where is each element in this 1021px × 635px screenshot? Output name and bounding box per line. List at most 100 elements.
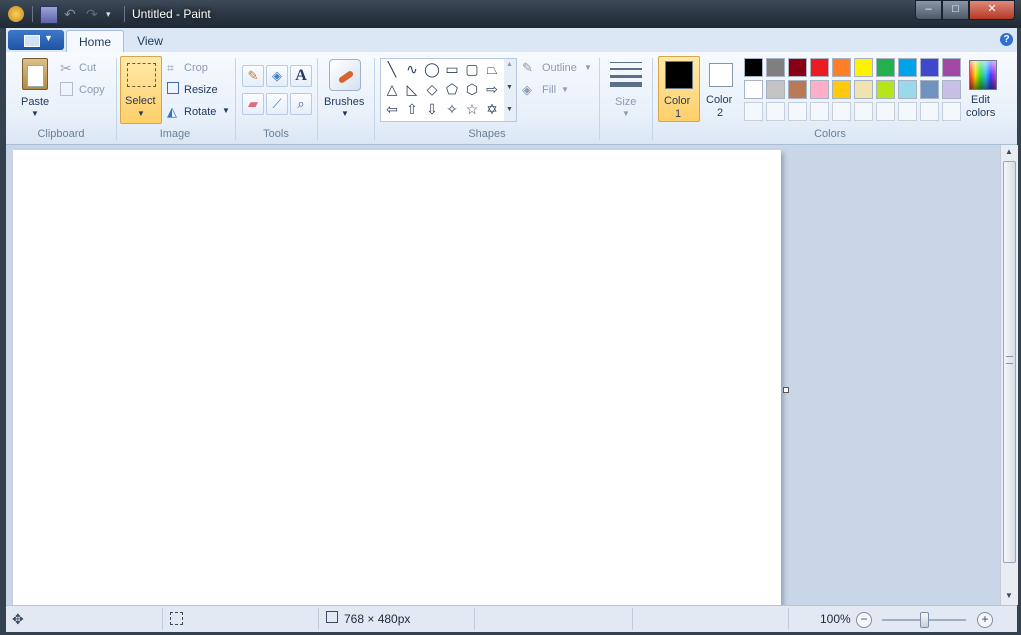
minimize-button[interactable]: – — [915, 0, 942, 20]
color-1-button[interactable]: Color 1 — [658, 56, 700, 122]
gallery-expand-icon[interactable]: ▼ — [506, 106, 513, 113]
paint-app-icon[interactable] — [8, 6, 24, 22]
size-dropdown-icon: ▼ — [622, 109, 630, 118]
text-tool-icon[interactable]: A — [290, 65, 312, 87]
up-arrow-shape-icon[interactable]: ⇧ — [403, 100, 421, 118]
edit-colors-button[interactable]: Edit colors — [964, 56, 1004, 122]
size-button[interactable]: Size ▼ — [606, 56, 646, 122]
palette-color-swatch[interactable] — [744, 80, 763, 99]
paint-menu-button[interactable]: ▼ — [8, 30, 64, 50]
triangle-shape-icon[interactable]: △ — [383, 80, 401, 98]
palette-color-swatch[interactable] — [788, 80, 807, 99]
right-triangle-shape-icon[interactable]: ◺ — [403, 80, 421, 98]
custom-color-slot[interactable] — [854, 102, 873, 121]
line-shape-icon[interactable]: ╲ — [383, 60, 401, 78]
color-picker-icon[interactable]: ⟋ — [266, 93, 288, 115]
zoom-slider-thumb[interactable] — [920, 612, 929, 628]
custom-color-slot[interactable] — [920, 102, 939, 121]
custom-color-slot[interactable] — [744, 102, 763, 121]
palette-color-swatch[interactable] — [854, 58, 873, 77]
scrollbar-thumb[interactable] — [1003, 161, 1016, 563]
palette-color-swatch[interactable] — [942, 80, 961, 99]
outline-button[interactable]: Outline — [542, 62, 577, 74]
crop-button[interactable]: Crop — [184, 62, 208, 74]
select-button[interactable]: Select ▼ — [120, 56, 162, 124]
undo-icon[interactable]: ↶ — [64, 6, 80, 22]
custom-color-slot[interactable] — [876, 102, 895, 121]
size-label: Size — [615, 96, 637, 108]
canvas-resize-handle[interactable] — [783, 387, 789, 393]
custom-color-slot[interactable] — [766, 102, 785, 121]
magnifier-icon[interactable]: ⌕ — [290, 93, 312, 115]
copy-button[interactable]: Copy — [79, 84, 105, 96]
diamond-shape-icon[interactable]: ◇ — [423, 80, 441, 98]
menu-icon — [24, 35, 40, 47]
close-button[interactable]: ✕ — [969, 0, 1015, 20]
help-icon[interactable]: ? — [1000, 33, 1013, 46]
scroll-up-icon[interactable]: ▲ — [506, 61, 513, 68]
copy-icon — [60, 82, 73, 96]
palette-color-swatch[interactable] — [744, 58, 763, 77]
scroll-down-icon[interactable]: ▼ — [506, 84, 513, 91]
six-point-star-shape-icon[interactable]: ✡ — [483, 100, 501, 118]
palette-color-swatch[interactable] — [832, 80, 851, 99]
five-point-star-shape-icon[interactable]: ☆ — [463, 100, 481, 118]
fill-bucket-icon[interactable]: ◈ — [266, 65, 288, 87]
redo-icon[interactable]: ↷ — [86, 6, 102, 22]
eraser-icon[interactable]: ▰ — [242, 93, 264, 115]
canvas-workspace — [6, 145, 1000, 605]
custom-color-slot[interactable] — [788, 102, 807, 121]
custom-color-slot[interactable] — [810, 102, 829, 121]
oval-shape-icon[interactable]: ◯ — [423, 60, 441, 78]
zoom-in-button[interactable]: + — [977, 612, 993, 628]
rotate-button[interactable]: Rotate — [184, 106, 216, 118]
customize-qat-icon[interactable]: ▾ — [106, 6, 122, 22]
palette-color-swatch[interactable] — [920, 80, 939, 99]
resize-button[interactable]: Resize — [184, 84, 218, 96]
palette-color-swatch[interactable] — [810, 58, 829, 77]
down-arrow-shape-icon[interactable]: ⇩ — [423, 100, 441, 118]
palette-color-swatch[interactable] — [832, 58, 851, 77]
palette-color-swatch[interactable] — [898, 80, 917, 99]
left-arrow-shape-icon[interactable]: ⇦ — [383, 100, 401, 118]
custom-color-slot[interactable] — [942, 102, 961, 121]
palette-color-swatch[interactable] — [876, 58, 895, 77]
paste-button[interactable]: Paste ▼ — [16, 56, 52, 122]
custom-color-slot[interactable] — [898, 102, 917, 121]
polygon-shape-icon[interactable]: ⏢ — [483, 60, 501, 78]
tab-home[interactable]: Home — [66, 30, 124, 53]
brushes-button[interactable]: Brushes ▼ — [322, 56, 368, 122]
palette-color-swatch[interactable] — [810, 80, 829, 99]
right-arrow-shape-icon[interactable]: ⇨ — [483, 80, 501, 98]
palette-color-swatch[interactable] — [766, 80, 785, 99]
pentagon-shape-icon[interactable]: ⬠ — [443, 80, 461, 98]
scroll-up-arrow-icon[interactable]: ▲ — [1005, 147, 1013, 156]
palette-color-swatch[interactable] — [766, 58, 785, 77]
palette-color-swatch[interactable] — [788, 58, 807, 77]
four-point-star-shape-icon[interactable]: ✧ — [443, 100, 461, 118]
palette-color-swatch[interactable] — [876, 80, 895, 99]
palette-color-swatch[interactable] — [920, 58, 939, 77]
custom-color-slot[interactable] — [832, 102, 851, 121]
color-2-button[interactable]: Color 2 — [702, 56, 742, 122]
fill-button[interactable]: Fill — [542, 84, 556, 96]
maximize-button[interactable]: □ — [942, 0, 969, 20]
cut-button[interactable]: Cut — [79, 62, 96, 74]
zoom-out-button[interactable]: − — [856, 612, 872, 628]
drawing-canvas[interactable] — [13, 150, 781, 605]
curve-shape-icon[interactable]: ∿ — [403, 60, 421, 78]
hexagon-shape-icon[interactable]: ⬡ — [463, 80, 481, 98]
scroll-down-arrow-icon[interactable]: ▼ — [1005, 591, 1013, 600]
vertical-scrollbar[interactable]: ▲ ▼ — [1000, 145, 1018, 605]
tab-view[interactable]: View — [130, 30, 170, 52]
rectangle-shape-icon[interactable]: ▭ — [443, 60, 461, 78]
paste-label: Paste — [21, 96, 50, 108]
palette-color-swatch[interactable] — [942, 58, 961, 77]
shapes-gallery-scroll[interactable]: ▲ ▼ ▼ — [504, 58, 517, 122]
pencil-icon[interactable]: ✎ — [242, 65, 264, 87]
palette-color-swatch[interactable] — [854, 80, 873, 99]
rounded-rectangle-shape-icon[interactable]: ▢ — [463, 60, 481, 78]
save-icon[interactable] — [40, 6, 58, 24]
palette-color-swatch[interactable] — [898, 58, 917, 77]
group-separator — [116, 58, 117, 140]
